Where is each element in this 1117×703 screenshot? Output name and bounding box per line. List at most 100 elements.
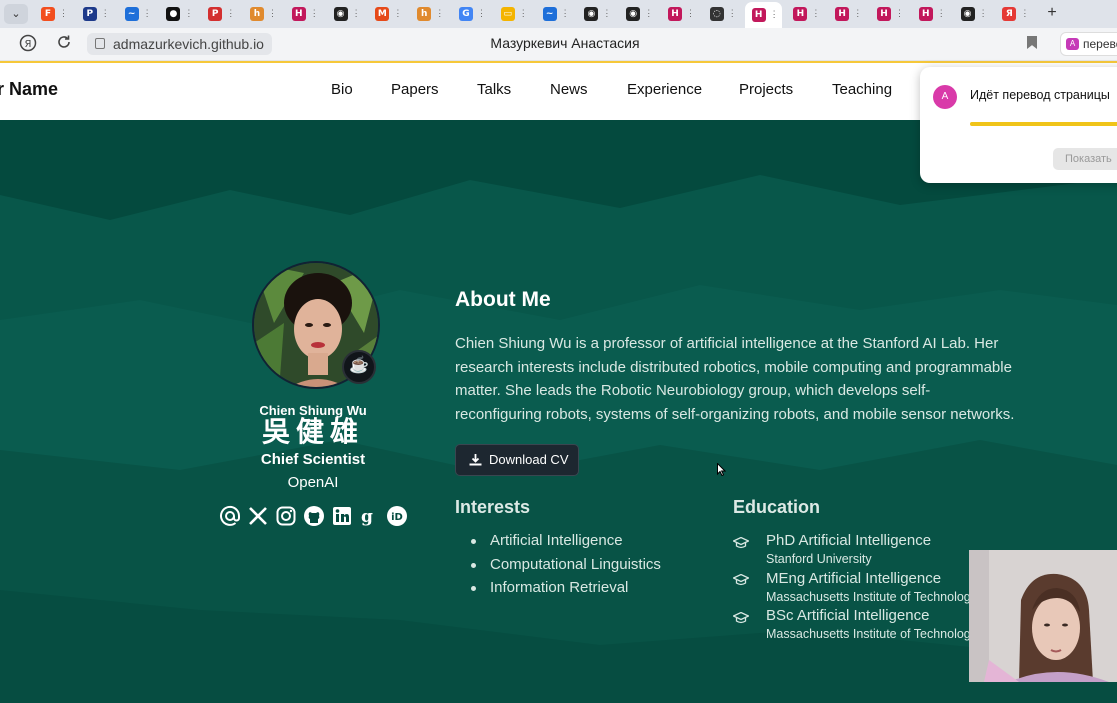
- tab-close-icon[interactable]: ⋮: [1020, 8, 1029, 19]
- loading-favicon: ◌: [709, 7, 724, 21]
- tab-close-icon[interactable]: ⋮: [59, 8, 68, 19]
- education-school: Stanford University: [766, 552, 872, 566]
- browser-tab-active[interactable]: H ⋮: [744, 2, 782, 28]
- webcam-overlay: [969, 550, 1117, 682]
- nav-bio[interactable]: Bio: [331, 81, 353, 98]
- tab-close-icon[interactable]: ⋮: [226, 8, 235, 19]
- tab-list-dropdown-icon[interactable]: ⌄: [4, 4, 28, 24]
- browser-tab[interactable]: ● ⋮: [159, 3, 196, 25]
- tab-close-icon[interactable]: ⋮: [979, 8, 988, 19]
- h-favicon: H: [877, 7, 891, 21]
- show-original-button[interactable]: Показать: [1053, 148, 1117, 170]
- site-name-link[interactable]: ur Name: [0, 79, 58, 100]
- translate-button-label: перевод: [1083, 37, 1117, 51]
- browser-tab[interactable]: P ⋮: [76, 3, 113, 25]
- svg-text:g: g: [361, 507, 373, 527]
- interest-item: Information Retrieval: [471, 579, 628, 596]
- nav-papers[interactable]: Papers: [391, 81, 439, 98]
- interest-item: Computational Linguistics: [471, 556, 661, 573]
- tab-close-icon[interactable]: ⋮: [895, 8, 904, 19]
- tab-close-icon[interactable]: ⋮: [393, 8, 402, 19]
- slides-favicon: ▭: [500, 7, 515, 21]
- graduation-cap-icon: [733, 612, 749, 624]
- mouse-cursor-icon: [717, 463, 726, 476]
- tab-close-icon[interactable]: ⋮: [937, 8, 946, 19]
- person-role: Chief Scientist: [260, 451, 366, 468]
- h-favicon: H: [835, 7, 850, 21]
- tab-close-icon[interactable]: ⋮: [101, 8, 110, 19]
- browser-tab[interactable]: ~ ⋮: [536, 3, 573, 25]
- education-degree: MEng Artificial Intelligence: [766, 570, 942, 587]
- browser-tab[interactable]: h ⋮: [243, 3, 280, 25]
- tab-close-icon[interactable]: ⋮: [352, 8, 361, 19]
- nav-teaching[interactable]: Teaching: [832, 81, 892, 98]
- browser-tab[interactable]: ◉ ⋮: [954, 3, 991, 25]
- orcid-icon[interactable]: iD: [386, 505, 408, 527]
- yandex-favicon: Я: [1002, 7, 1017, 21]
- translate-button[interactable]: A перевод: [1060, 32, 1117, 56]
- new-tab-button[interactable]: +: [1041, 3, 1063, 25]
- education-title: Education: [733, 497, 821, 517]
- graduation-cap-icon: [733, 537, 749, 549]
- nav-talks[interactable]: Talks: [477, 81, 511, 98]
- browser-tab[interactable]: H ⋮: [912, 3, 949, 25]
- github-favicon: ◉: [333, 7, 348, 21]
- address-bar: Я admazurkevich.github.io Мазуркевич Ана…: [0, 28, 1117, 61]
- instagram-icon[interactable]: [275, 505, 297, 527]
- browser-tab[interactable]: ◉ ⋮: [327, 3, 364, 25]
- tab-close-icon[interactable]: ⋮: [310, 8, 319, 19]
- tab-close-icon[interactable]: ⋮: [853, 8, 862, 19]
- browser-tab[interactable]: ◌ ⋮: [703, 3, 740, 25]
- browser-tab[interactable]: H ⋮: [828, 3, 865, 25]
- tab-close-icon[interactable]: ⋮: [561, 8, 570, 19]
- download-icon: [469, 454, 482, 466]
- pdf-favicon: P: [208, 7, 223, 21]
- tab-close-icon[interactable]: ⋮: [435, 8, 444, 19]
- tab-close-icon[interactable]: ⋮: [268, 8, 277, 19]
- tab-close-icon[interactable]: ⋮: [519, 8, 528, 19]
- nav-experience[interactable]: Experience: [627, 81, 702, 98]
- h-favicon: H: [793, 7, 808, 21]
- about-title: About Me: [455, 288, 551, 311]
- tab-close-icon[interactable]: ⋮: [644, 8, 653, 19]
- browser-tab[interactable]: F ⋮: [34, 3, 71, 25]
- browser-tab[interactable]: H ⋮: [285, 3, 322, 25]
- tab-close-icon[interactable]: ⋮: [143, 8, 152, 19]
- tab-close-icon[interactable]: ⋮: [477, 8, 486, 19]
- interests-title: Interests: [455, 497, 531, 517]
- tab-close-icon[interactable]: ⋮: [686, 8, 695, 19]
- browser-tab[interactable]: H ⋮: [786, 3, 823, 25]
- education-school: Massachusetts Institute of Technolog: [766, 627, 971, 641]
- tab-close-icon[interactable]: ⋮: [811, 8, 820, 19]
- browser-tab[interactable]: G ⋮: [452, 3, 489, 25]
- browser-tab[interactable]: ◉ ⋮: [619, 3, 656, 25]
- linkedin-icon[interactable]: [331, 505, 353, 527]
- browser-tab[interactable]: h ⋮: [410, 3, 447, 25]
- person-organization: OpenAI: [287, 474, 339, 491]
- browser-tab[interactable]: ▭ ⋮: [494, 3, 531, 25]
- tab-close-icon[interactable]: ⋮: [184, 8, 193, 19]
- tab-close-icon[interactable]: ⋮: [770, 9, 779, 20]
- nav-projects[interactable]: Projects: [739, 81, 793, 98]
- translation-popup: A Идёт перевод страницы Показать: [920, 67, 1117, 183]
- tab-close-icon[interactable]: ⋮: [728, 8, 737, 19]
- person-name-chinese: 吳健雄: [261, 415, 364, 448]
- browser-tab[interactable]: H ⋮: [870, 3, 907, 25]
- x-twitter-icon[interactable]: [247, 505, 269, 527]
- github-icon[interactable]: [303, 505, 325, 527]
- education-degree: BSc Artificial Intelligence: [766, 607, 930, 624]
- wave-favicon: ~: [124, 7, 139, 21]
- wave-favicon: ~: [542, 7, 557, 21]
- google-scholar-icon[interactable]: g: [356, 505, 378, 527]
- nav-news[interactable]: News: [550, 81, 588, 98]
- download-cv-button[interactable]: Download CV: [455, 444, 579, 476]
- browser-tab[interactable]: Я ⋮: [995, 3, 1032, 25]
- browser-tab[interactable]: M ⋮: [368, 3, 405, 25]
- browser-tab[interactable]: H ⋮: [661, 3, 698, 25]
- tab-close-icon[interactable]: ⋮: [602, 8, 611, 19]
- browser-tab[interactable]: ~ ⋮: [118, 3, 155, 25]
- browser-tab[interactable]: ◉ ⋮: [577, 3, 614, 25]
- email-icon[interactable]: [219, 505, 241, 527]
- translation-progress-fill: [970, 122, 1117, 126]
- browser-tab[interactable]: P ⋮: [201, 3, 238, 25]
